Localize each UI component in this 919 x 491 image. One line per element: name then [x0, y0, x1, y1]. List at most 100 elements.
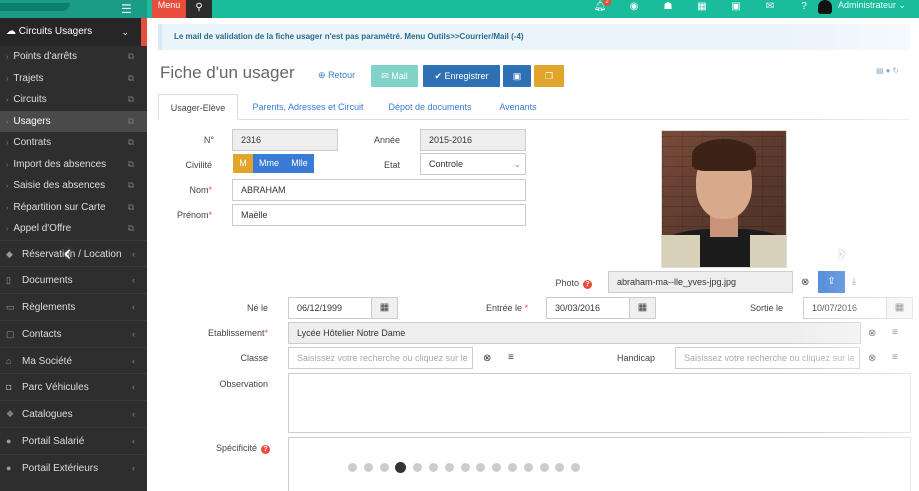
sidebar-group-portail-exterieurs[interactable]: ● Portail Extérieurs ‹ [0, 453, 147, 481]
external-link-icon[interactable]: ⧉ [128, 111, 134, 133]
carousel-dot[interactable] [444, 463, 454, 472]
carousel-prev-icon[interactable]: ‹ [64, 240, 71, 266]
sidebar-item-trajets[interactable]: › Trajets ⧉ [0, 68, 147, 90]
help-icon[interactable]: ? [261, 445, 270, 454]
sidebar-group-catalogues[interactable]: ❖ Catalogues ‹ [0, 400, 147, 427]
money-icon: ▭ [6, 302, 15, 313]
ne-le-input[interactable]: 06/12/1999 [288, 297, 372, 319]
carousel-dot[interactable] [363, 463, 373, 472]
sidebar-group-label: Documents [22, 275, 73, 287]
calendar-icon[interactable]: ▦ [372, 297, 398, 319]
carousel-dot[interactable] [476, 463, 486, 472]
external-link-icon[interactable]: ⧉ [128, 132, 134, 154]
upload-photo-button[interactable]: ⇪ [818, 271, 845, 293]
list-icon[interactable]: ≡ [892, 327, 898, 338]
civilite-m-button[interactable]: M [233, 154, 253, 173]
sortie-input[interactable]: 10/07/2016 [803, 297, 887, 319]
bell-icon[interactable]: 🔔︎ 2 [583, 0, 617, 18]
help-icon[interactable]: ? [787, 0, 821, 18]
tab-parents-adresses[interactable]: Parents, Adresses et Circuit [243, 94, 373, 120]
classe-input[interactable]: Saisissez votre recherche ou cliquez sur… [288, 347, 473, 369]
sidebar-group-contacts[interactable]: ▢ Contacts ‹ [0, 319, 147, 347]
tab-depot-documents[interactable]: Dépot de documents [380, 94, 480, 120]
list-icon[interactable]: ≡ [508, 352, 514, 363]
tab-usager-eleve[interactable]: Usager-Elève [158, 94, 238, 120]
chevron-left-icon: ‹ [132, 355, 135, 366]
tab-avenants[interactable]: Avenants [488, 94, 548, 120]
search-icon[interactable]: ⚲ [186, 0, 212, 18]
sidebar-group-parc-vehicules[interactable]: ◘ Parc Véhicules ‹ [0, 373, 147, 400]
bus-icon[interactable]: ▣ [719, 0, 753, 18]
civilite-mlle-button[interactable]: Mlle [285, 154, 314, 173]
back-button[interactable]: ⊕ Retour [318, 70, 355, 81]
user-menu[interactable]: Administrateur ⌄ [818, 0, 906, 18]
floppy-disk-button[interactable]: ▣ [503, 65, 531, 87]
help-icon[interactable]: ? [583, 280, 592, 289]
clear-handicap-icon[interactable]: ⊗ [868, 353, 876, 364]
civilite-mme-button[interactable]: Mme [253, 154, 285, 173]
etat-select[interactable]: Controle ⌄ [420, 153, 526, 175]
external-link-icon[interactable]: ⧉ [128, 175, 134, 197]
save-button[interactable]: ✔ Enregistrer [423, 65, 500, 87]
external-link-icon[interactable]: ⧉ [128, 218, 134, 240]
external-link-icon[interactable]: ⧉ [128, 68, 134, 90]
globe-icon[interactable]: ◉ [617, 0, 651, 18]
external-link-icon[interactable]: ⧉ [128, 197, 134, 219]
sidebar-group-ma-societe[interactable]: ⌂ Ma Société ‹ [0, 346, 147, 374]
sidebar-item-contrats[interactable]: › Contrats ⧉ [0, 132, 147, 154]
carousel-dot[interactable] [379, 463, 389, 472]
external-link-icon[interactable]: ⧉ [128, 154, 134, 176]
sidebar-group-documents[interactable]: ▯ Documents ‹ [0, 266, 147, 293]
sidebar-group-portail-salarie[interactable]: ● Portail Salarié ‹ [0, 427, 147, 454]
hamburger-icon[interactable]: ☰ [121, 2, 132, 16]
menu-button[interactable]: Menu [152, 0, 186, 18]
carousel-dot[interactable] [395, 462, 407, 473]
map-icon[interactable]: ▦ [685, 0, 719, 18]
sidebar-item-repartition-carte[interactable]: › Répartition sur Carte ⧉ [0, 197, 147, 219]
external-link-icon[interactable]: ⧉ [128, 46, 134, 68]
sidebar-item-import-absences[interactable]: › Import des absences ⧉ [0, 154, 147, 176]
users-icon[interactable]: ☗ [651, 0, 685, 18]
sidebar-group-reglements[interactable]: ▭ Règlements ‹ [0, 293, 147, 320]
observation-textarea[interactable] [288, 373, 911, 433]
carousel-dot[interactable] [428, 463, 438, 472]
sidebar-section-circuits-usagers[interactable]: ☁ Circuits Usagers ⌄ [0, 18, 147, 46]
carousel-dot[interactable] [492, 463, 502, 472]
cloud-icon: ☁ [6, 26, 16, 37]
envelope-icon[interactable]: ✉ [753, 0, 787, 18]
refresh-icon[interactable]: ↻ [892, 66, 901, 75]
sidebar-item-saisie-absences[interactable]: › Saisie des absences ⧉ [0, 175, 147, 197]
mail-button[interactable]: ✉ Mail [371, 65, 418, 87]
etablissement-field[interactable]: Lycée Hôtelier Notre Dame [288, 322, 861, 344]
sidebar-group-reservation[interactable]: ◆ Réservation / Location ‹ [0, 239, 147, 267]
clear-classe-icon[interactable]: ⊗ [483, 353, 491, 364]
sidebar-item-label: Appel d'Offre [13, 223, 72, 234]
sidebar-item-appel-offre[interactable]: › Appel d'Offre ⧉ [0, 218, 147, 240]
carousel-dot[interactable] [555, 463, 565, 472]
clear-photo-icon[interactable]: ⊗ [801, 277, 809, 288]
carousel-dot[interactable] [507, 463, 517, 472]
calendar-icon[interactable]: ▦ [630, 297, 656, 319]
carousel-dot[interactable] [413, 463, 423, 472]
calendar-icon[interactable]: ▦ [887, 297, 913, 319]
prenom-input[interactable]: Maëlle [232, 204, 526, 226]
copy-button[interactable]: ❐ [534, 65, 564, 87]
entree-input[interactable]: 30/03/2016 [546, 297, 630, 319]
carousel-dot[interactable] [571, 463, 581, 472]
carousel-dot[interactable] [539, 463, 549, 472]
sidebar-item-circuits[interactable]: › Circuits ⧉ [0, 89, 147, 111]
handicap-input[interactable]: Saisissez votre recherche ou cliquez sur… [675, 347, 860, 369]
sidebar-item-points-arrets[interactable]: › Points d'arrêts ⧉ [0, 46, 147, 68]
carousel-dot[interactable] [523, 463, 533, 472]
list-icon[interactable]: ≡ [892, 352, 898, 363]
sidebar-item-label: Contrats [13, 137, 52, 148]
clear-etablissement-icon[interactable]: ⊗ [868, 328, 876, 339]
external-link-icon[interactable]: ⧉ [128, 89, 134, 111]
carousel-next-icon[interactable]: › [838, 240, 845, 266]
download-icon[interactable]: ⤓ [852, 276, 856, 287]
carousel-dot[interactable] [460, 463, 470, 472]
carousel-dot[interactable] [348, 463, 357, 472]
file-icon[interactable]: ▤ [876, 66, 886, 75]
nom-input[interactable]: ABRAHAM [232, 179, 526, 201]
sidebar-item-usagers[interactable]: › Usagers ⧉ [0, 110, 147, 133]
